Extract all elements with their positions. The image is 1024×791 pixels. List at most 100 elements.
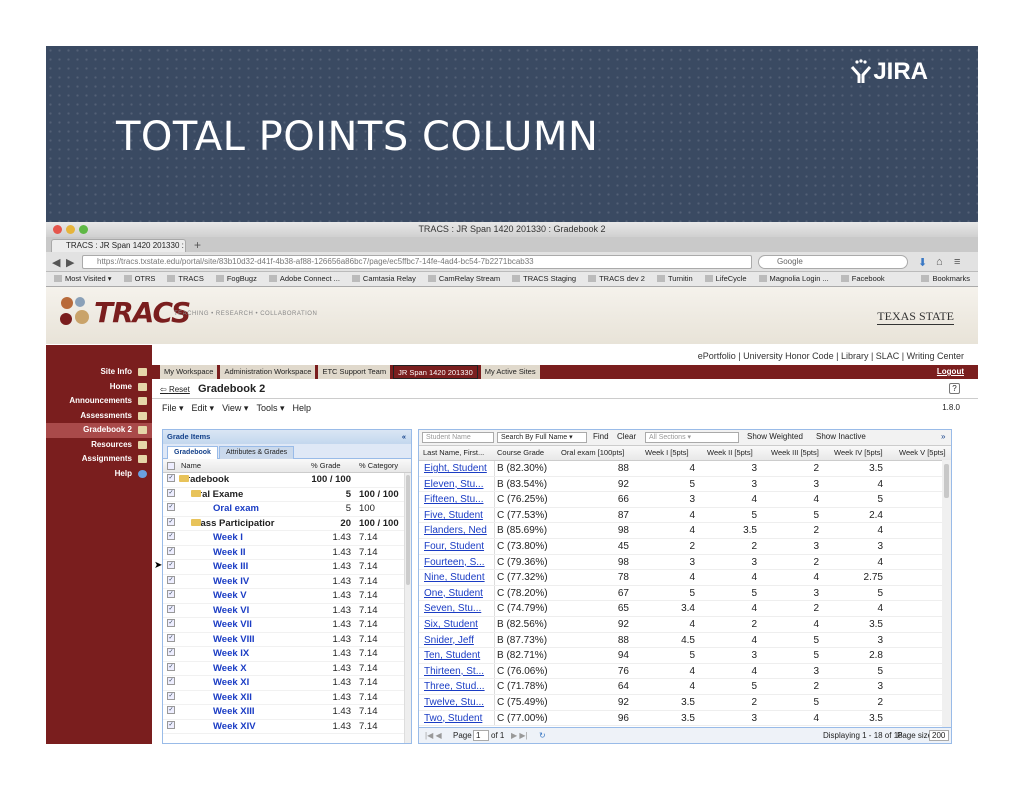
score-cell[interactable]: 5 [655, 479, 695, 490]
score-cell[interactable]: 3 [779, 479, 819, 490]
bookmark-item[interactable]: TRACS Staging [512, 272, 576, 286]
minimize-window-icon[interactable] [66, 225, 75, 234]
grade-item-row[interactable]: ✓ Week IX 1.43 7.14 [163, 647, 411, 662]
reset-button[interactable]: ⇦ Reset [160, 385, 190, 394]
score-cell[interactable]: 4 [655, 619, 695, 630]
bookmark-item[interactable]: TRACS [167, 272, 203, 286]
grade-item-row[interactable]: ✓ Week XIII 1.43 7.14 [163, 705, 411, 720]
logout-link[interactable]: Logout [937, 365, 964, 379]
student-name-link[interactable]: Eight, Student [424, 463, 487, 474]
student-row[interactable]: Six, Student B (82.56%) 92 4 2 4 3.5 [419, 616, 951, 633]
bookmark-item[interactable]: Turnitin [657, 272, 693, 286]
score-cell[interactable]: 3 [779, 666, 819, 677]
student-name-link[interactable]: Snider, Jeff [424, 635, 474, 646]
search-field[interactable]: Google [758, 255, 908, 269]
score-cell[interactable]: 2 [843, 697, 883, 708]
student-name-link[interactable]: Three, Stud... [424, 681, 485, 692]
find-button[interactable]: Find [593, 432, 609, 441]
score-cell[interactable]: 4 [655, 510, 695, 521]
student-name-link[interactable]: Fifteen, Stu... [424, 494, 483, 505]
score-cell[interactable]: 96 [589, 713, 629, 724]
score-cell[interactable]: 3 [717, 479, 757, 490]
score-cell[interactable]: 45 [589, 541, 629, 552]
sections-select[interactable]: All Sections ▾ [645, 432, 739, 443]
score-cell[interactable]: 3 [717, 557, 757, 568]
row-checkbox[interactable]: ✓ [167, 619, 175, 627]
bookmarks-menu[interactable]: Bookmarks [915, 272, 970, 286]
site-tab[interactable]: My Active Sites [480, 365, 540, 379]
score-cell[interactable]: 2.75 [843, 572, 883, 583]
score-cell[interactable]: 4.5 [655, 635, 695, 646]
expand-icon[interactable]: » [941, 432, 945, 441]
sidebar-item-resources[interactable]: Resources [46, 438, 152, 453]
row-checkbox[interactable]: ✓ [167, 532, 175, 540]
row-checkbox[interactable]: ✓ [167, 474, 175, 482]
score-cell[interactable]: 88 [589, 635, 629, 646]
student-row[interactable]: Four, Student C (73.80%) 45 2 2 3 3 [419, 538, 951, 555]
sidebar-item-home[interactable]: Home [46, 380, 152, 395]
tab-gradebook[interactable]: Gradebook [167, 446, 218, 459]
score-cell[interactable]: 2 [717, 619, 757, 630]
row-checkbox[interactable]: ✓ [167, 575, 175, 584]
score-cell[interactable]: 2 [717, 697, 757, 708]
grade-item-row[interactable]: ✓ ◢Gradebook 100 / 100 [163, 473, 411, 488]
score-cell[interactable]: 2 [779, 681, 819, 692]
student-name-link[interactable]: Four, Student [424, 541, 484, 552]
show-inactive-button[interactable]: Show Inactive [816, 432, 866, 441]
zoom-window-icon[interactable] [79, 225, 88, 234]
score-cell[interactable]: 4 [655, 463, 695, 474]
row-checkbox[interactable]: ✓ [167, 662, 175, 671]
score-cell[interactable]: 5 [779, 650, 819, 661]
score-cell[interactable]: 3 [655, 494, 695, 505]
download-icon[interactable]: ⬇ [918, 256, 927, 269]
col-week-2[interactable]: Week II [5pts] [707, 448, 753, 457]
page-input[interactable]: 1 [473, 730, 489, 741]
student-name-link[interactable]: Fourteen, S... [424, 557, 485, 568]
menu-help[interactable]: Help [292, 399, 311, 417]
row-checkbox[interactable]: ✓ [167, 677, 175, 685]
student-name-link[interactable]: Twelve, Stu... [424, 697, 484, 708]
score-cell[interactable]: 3 [717, 650, 757, 661]
bookmark-item[interactable]: LifeCycle [705, 272, 747, 286]
score-cell[interactable]: 2.8 [843, 650, 883, 661]
grade-item-row[interactable]: ✓ Week X 1.43 7.14 [163, 662, 411, 676]
grade-item-row[interactable]: ✓ Week VII 1.43 7.14 [163, 618, 411, 633]
student-row[interactable]: Eleven, Stu... B (83.54%) 92 5 3 3 4 [419, 476, 951, 493]
bookmark-item[interactable]: TRACS dev 2 [588, 272, 645, 286]
student-row[interactable]: Fourteen, S... C (79.36%) 98 3 3 2 4 [419, 554, 951, 571]
score-cell[interactable]: 4 [843, 603, 883, 614]
score-cell[interactable]: 3 [779, 541, 819, 552]
col-percent-grade[interactable]: % Grade [311, 461, 341, 470]
score-cell[interactable]: 67 [589, 588, 629, 599]
row-checkbox[interactable]: ✓ [167, 590, 175, 598]
score-cell[interactable]: 5 [843, 666, 883, 677]
score-cell[interactable]: 5 [655, 588, 695, 599]
student-row[interactable]: Flanders, Ned B (85.69%) 98 4 3.5 2 4 [419, 523, 951, 539]
score-cell[interactable]: 64 [589, 681, 629, 692]
row-checkbox[interactable]: ✓ [167, 691, 175, 700]
student-row[interactable]: Nine, Student C (77.32%) 78 4 4 4 2.75 [419, 570, 951, 586]
menu-icon[interactable]: ≡ [954, 256, 960, 268]
student-row[interactable]: Two, Student C (77.00%) 96 3.5 3 4 3.5 [419, 710, 951, 727]
forward-icon[interactable]: ▶ [66, 256, 74, 269]
student-name-link[interactable]: Six, Student [424, 619, 478, 630]
score-cell[interactable]: 3.5 [843, 713, 883, 724]
score-cell[interactable]: 98 [589, 525, 629, 536]
student-name-link[interactable]: Two, Student [424, 713, 482, 724]
site-tab[interactable]: Administration Workspace [220, 365, 316, 379]
grid-scroll-thumb[interactable] [944, 464, 949, 498]
col-oral-exam[interactable]: Oral exam [100pts] [561, 448, 624, 457]
student-name-link[interactable]: Nine, Student [424, 572, 485, 583]
score-cell[interactable]: 4 [843, 479, 883, 490]
student-row[interactable]: Five, Student C (77.53%) 87 4 5 5 2.4 [419, 507, 951, 524]
grade-item-row[interactable]: ✓ Week III 1.43 7.14 [163, 560, 411, 575]
url-field[interactable]: https://tracs.txstate.edu/portal/site/83… [82, 255, 752, 269]
score-cell[interactable]: 4 [717, 635, 757, 646]
row-checkbox[interactable]: ✓ [167, 720, 175, 729]
score-cell[interactable]: 88 [589, 463, 629, 474]
student-name-link[interactable]: Seven, Stu... [424, 603, 481, 614]
score-cell[interactable]: 5 [779, 697, 819, 708]
score-cell[interactable]: 3.5 [717, 525, 757, 536]
score-cell[interactable]: 4 [779, 494, 819, 505]
score-cell[interactable]: 92 [589, 479, 629, 490]
